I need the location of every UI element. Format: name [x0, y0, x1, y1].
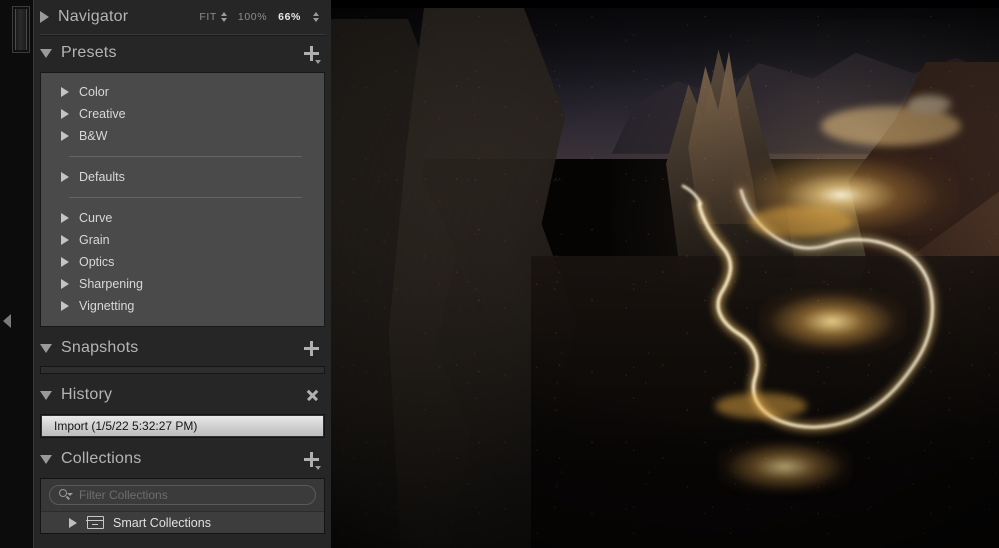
section-header-presets[interactable]: Presets [34, 36, 331, 70]
snapshots-header-actions [304, 340, 319, 356]
chevron-right-icon[interactable] [61, 172, 69, 182]
stepper-up-icon[interactable] [220, 12, 227, 16]
left-panel-scrollbar[interactable] [12, 6, 30, 53]
history-list: Import (1/5/22 5:32:27 PM) [40, 414, 325, 438]
history-title: History [61, 386, 113, 403]
history-item-import[interactable]: Import (1/5/22 5:32:27 PM) [42, 416, 323, 436]
preset-group-grain[interactable]: Grain [41, 229, 324, 251]
preset-group-label: Curve [79, 211, 113, 225]
filter-collections-input[interactable]: Filter Collections [49, 485, 316, 505]
section-header-snapshots[interactable]: Snapshots [34, 331, 331, 365]
scrollbar-thumb[interactable] [15, 9, 27, 50]
preset-group-label: Optics [79, 255, 115, 269]
collapse-left-panel-arrow[interactable] [3, 314, 11, 328]
preset-group-label: B&W [79, 129, 108, 143]
develop-image-area[interactable] [331, 0, 999, 548]
chevron-down-icon[interactable] [40, 343, 52, 353]
preset-divider [69, 156, 302, 157]
preset-group-color[interactable]: Color [41, 81, 324, 103]
collections-header-actions [304, 451, 321, 470]
chevron-right-icon[interactable] [61, 109, 69, 119]
preset-group-vignetting[interactable]: Vignetting [41, 295, 324, 317]
presets-header-actions [304, 45, 321, 64]
stepper-up-icon[interactable] [313, 12, 319, 16]
photo-vignette [331, 8, 999, 548]
zoom-fit-label: FIT [199, 11, 217, 23]
preset-group-label: Defaults [79, 170, 125, 184]
stepper-down-icon[interactable] [313, 18, 319, 22]
presets-list: Color Creative B&W Defaults Curve Grain … [40, 72, 325, 327]
preset-group-creative[interactable]: Creative [41, 103, 324, 125]
chevron-down-icon[interactable] [40, 390, 52, 400]
chevron-down-icon[interactable] [315, 465, 321, 470]
collection-box-icon [86, 516, 104, 529]
navigator-zoom-controls: FIT 100% 66% [199, 11, 319, 23]
add-collection-icon[interactable] [304, 451, 321, 470]
chevron-down-icon[interactable] [315, 59, 321, 64]
history-header-actions [306, 389, 319, 402]
preset-group-curve[interactable]: Curve [41, 207, 324, 229]
left-panel-content: Navigator FIT 100% 66% Presets Color Cre… [34, 0, 331, 548]
filter-collections-placeholder: Filter Collections [79, 488, 168, 502]
zoom-fit-stepper[interactable] [220, 12, 227, 22]
chevron-down-icon[interactable] [67, 493, 73, 496]
chevron-right-icon[interactable] [61, 87, 69, 97]
preset-group-bw[interactable]: B&W [41, 125, 324, 147]
section-header-history[interactable]: History [34, 378, 331, 412]
lightroom-window: Navigator FIT 100% 66% Presets Color Cre… [0, 0, 999, 548]
history-item-label: Import (1/5/22 5:32:27 PM) [54, 419, 198, 433]
zoom-custom-button[interactable]: 66% [278, 11, 301, 23]
collection-item-smart-collections[interactable]: Smart Collections [41, 511, 324, 533]
section-header-navigator[interactable]: Navigator FIT 100% 66% [34, 0, 331, 34]
chevron-right-icon[interactable] [61, 301, 69, 311]
left-panel: Navigator FIT 100% 66% Presets Color Cre… [0, 0, 331, 548]
collection-item-label: Smart Collections [113, 515, 211, 530]
chevron-down-icon[interactable] [40, 454, 52, 464]
presets-title: Presets [61, 44, 117, 61]
zoom-100-label: 100% [237, 11, 268, 23]
image-top-letterbox [331, 0, 999, 8]
chevron-right-icon[interactable] [61, 213, 69, 223]
collections-list: Filter Collections Smart Collections [40, 478, 325, 534]
preset-group-optics[interactable]: Optics [41, 251, 324, 273]
add-preset-icon[interactable] [304, 45, 321, 64]
snapshots-list [40, 366, 325, 374]
section-header-collections[interactable]: Collections [34, 442, 331, 476]
snapshots-title: Snapshots [61, 339, 139, 356]
navigator-title: Navigator [58, 8, 129, 25]
preset-group-defaults[interactable]: Defaults [41, 166, 324, 188]
chevron-right-icon[interactable] [61, 235, 69, 245]
photo-preview[interactable] [331, 8, 999, 548]
zoom-custom-stepper[interactable] [313, 12, 319, 22]
preset-group-label: Grain [79, 233, 110, 247]
zoom-fit-button[interactable]: FIT [199, 11, 227, 23]
preset-group-sharpening[interactable]: Sharpening [41, 273, 324, 295]
chevron-right-icon[interactable] [61, 279, 69, 289]
preset-group-label: Vignetting [79, 299, 135, 313]
chevron-down-icon[interactable] [40, 48, 52, 58]
add-snapshot-icon[interactable] [304, 340, 319, 356]
preset-group-label: Color [79, 85, 109, 99]
left-gutter [0, 0, 34, 548]
preset-group-label: Sharpening [79, 277, 143, 291]
zoom-custom-label: 66% [278, 11, 301, 23]
chevron-right-icon[interactable] [69, 517, 77, 528]
chevron-right-icon[interactable] [61, 257, 69, 267]
zoom-100-button[interactable]: 100% [238, 11, 267, 23]
search-icon[interactable] [59, 489, 73, 501]
collections-title: Collections [61, 450, 142, 467]
stepper-down-icon[interactable] [220, 18, 227, 22]
chevron-right-icon[interactable] [61, 131, 69, 141]
preset-divider [69, 197, 302, 198]
preset-group-label: Creative [79, 107, 126, 121]
chevron-right-icon[interactable] [40, 11, 49, 23]
clear-history-icon[interactable] [306, 389, 319, 402]
